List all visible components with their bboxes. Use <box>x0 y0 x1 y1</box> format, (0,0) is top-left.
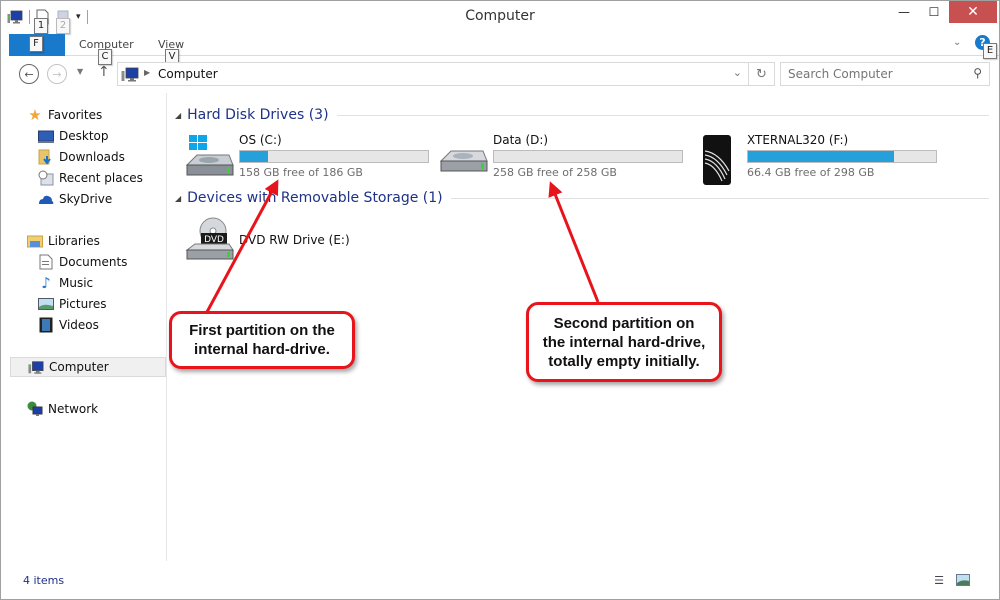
window-controls: — ☐ ✕ <box>889 1 997 23</box>
sidebar-item-network[interactable]: Network <box>27 399 183 419</box>
tab-file[interactable]: F <box>9 34 65 56</box>
drive-item-data-d[interactable]: Data (D:) 258 GB free of 258 GB <box>439 133 689 185</box>
sidebar-item-computer[interactable]: Computer <box>10 357 166 377</box>
ribbon-tabs: F Computer C View V ⌄ ? E <box>9 34 999 65</box>
window-title: Computer <box>465 8 535 24</box>
libraries-folder-icon <box>27 233 43 249</box>
sidebar-item-label: Libraries <box>48 234 100 248</box>
up-arrow-icon[interactable]: ↑ <box>98 64 110 80</box>
drive-usage-bar <box>493 150 683 163</box>
drive-usage-fill <box>748 151 895 162</box>
keytip-file: F <box>29 36 43 52</box>
breadcrumb-separator-icon[interactable]: ▶ <box>144 68 150 77</box>
navigation-bar: ← → ▼ ↑ ▶ Computer ⌄ ↻ ⚲ <box>9 59 991 89</box>
computer-location-icon <box>121 67 139 85</box>
minimize-button[interactable]: — <box>889 1 919 23</box>
network-icon <box>27 401 43 417</box>
callout-line: the internal hard-drive, <box>542 333 706 351</box>
collapse-triangle-icon[interactable]: ◢ <box>175 111 181 120</box>
expand-ribbon-icon[interactable]: ⌄ <box>953 37 961 48</box>
address-bar[interactable]: ▶ Computer ⌄ ↻ <box>117 62 775 86</box>
drive-free-space: 258 GB free of 258 GB <box>493 166 617 179</box>
pictures-icon <box>38 296 54 312</box>
group-header-removable-storage[interactable]: ◢ Devices with Removable Storage (1) <box>169 188 989 208</box>
drive-usage-bar <box>747 150 937 163</box>
skydrive-cloud-icon <box>38 191 54 207</box>
callout-line: First partition on the <box>189 322 335 339</box>
dvd-drive-icon: DVD <box>185 217 235 263</box>
external-drive-icon <box>693 135 743 185</box>
drive-item-dvd-e[interactable]: DVD DVD RW Drive (E:) <box>185 215 435 267</box>
title-bar: 1 2 ▾ Computer — ☐ ✕ <box>1 1 999 34</box>
refresh-button[interactable]: ↻ <box>748 63 774 85</box>
status-bar: 4 items ☰ <box>1 571 999 593</box>
search-icon[interactable]: ⚲ <box>973 66 982 80</box>
computer-icon <box>28 359 44 375</box>
details-view-icon[interactable]: ☰ <box>931 573 947 587</box>
sidebar-item-label: Network <box>48 402 99 416</box>
sidebar-item-label: Recent places <box>59 171 143 185</box>
search-box[interactable]: ⚲ <box>780 62 990 86</box>
star-icon: ★ <box>28 106 42 124</box>
keytip-help: E <box>983 43 997 59</box>
sidebar-item-label: Pictures <box>59 297 107 311</box>
windows-drive-icon <box>185 135 235 181</box>
drive-name: XTERNAL320 (F:) <box>747 133 849 147</box>
forward-button[interactable]: → <box>47 64 67 84</box>
drive-free-space: 158 GB free of 186 GB <box>239 166 363 179</box>
desktop-icon <box>38 128 54 144</box>
sidebar-item-label: Downloads <box>59 150 125 164</box>
maximize-button[interactable]: ☐ <box>919 1 949 23</box>
drive-name: OS (C:) <box>239 133 282 147</box>
explorer-window: 1 2 ▾ Computer — ☐ ✕ F Computer C View V… <box>0 0 1000 600</box>
group-divider <box>336 114 989 116</box>
drive-name: Data (D:) <box>493 133 549 147</box>
pane-divider[interactable] <box>166 93 167 561</box>
hard-drive-icon <box>439 135 489 181</box>
view-switcher: ☰ <box>931 573 971 587</box>
group-label: Devices with Removable Storage (1) <box>187 190 443 206</box>
group-header-hard-disk-drives[interactable]: ◢ Hard Disk Drives (3) <box>169 105 989 125</box>
sidebar-item-label: Computer <box>49 360 109 374</box>
music-note-icon: ♪ <box>41 274 51 292</box>
address-dropdown-icon[interactable]: ⌄ <box>733 66 742 79</box>
collapse-triangle-icon[interactable]: ◢ <box>175 194 181 203</box>
navigation-pane: ★ Favorites Desktop Downloads Recent pla… <box>9 93 167 561</box>
close-button[interactable]: ✕ <box>949 1 997 23</box>
group-divider <box>450 197 989 199</box>
search-input[interactable] <box>781 63 961 85</box>
sidebar-item-label: SkyDrive <box>59 192 113 206</box>
annotation-callout-first-partition: First partition on the internal hard-dri… <box>169 311 355 369</box>
drive-usage-bar <box>239 150 429 163</box>
drive-name: DVD RW Drive (E:) <box>239 233 350 247</box>
large-icons-view-icon[interactable] <box>955 573 971 587</box>
drive-free-space: 66.4 GB free of 298 GB <box>747 166 875 179</box>
callout-line: Second partition on <box>553 314 695 332</box>
back-button[interactable]: ← <box>19 64 39 84</box>
drive-item-os-c[interactable]: OS (C:) 158 GB free of 186 GB <box>185 133 435 185</box>
videos-film-icon <box>38 317 54 333</box>
sidebar-item-libraries[interactable]: Libraries <box>27 231 183 251</box>
documents-icon <box>38 254 54 270</box>
callout-line: totally empty initially. <box>548 352 700 370</box>
drive-item-xternal320-f[interactable]: XTERNAL320 (F:) 66.4 GB free of 298 GB <box>693 133 943 185</box>
sidebar-item-favorites[interactable]: ★ Favorites <box>27 105 183 125</box>
drive-usage-fill <box>240 151 269 162</box>
sidebar-item-label: Documents <box>59 255 128 269</box>
item-count: 4 items <box>23 574 65 587</box>
breadcrumb-computer[interactable]: Computer <box>158 67 218 81</box>
sidebar-item-label: Favorites <box>48 108 103 122</box>
annotation-callout-second-partition: Second partition on the internal hard-dr… <box>526 302 722 382</box>
recent-places-icon <box>38 170 54 186</box>
group-label: Hard Disk Drives (3) <box>187 107 329 123</box>
callout-line: internal hard-drive. <box>194 341 330 358</box>
sidebar-item-label: Music <box>59 276 94 290</box>
sidebar-item-label: Desktop <box>59 129 109 143</box>
recent-locations-dropdown-icon[interactable]: ▼ <box>77 67 83 76</box>
sidebar-item-label: Videos <box>59 318 99 332</box>
downloads-folder-icon <box>38 149 54 165</box>
